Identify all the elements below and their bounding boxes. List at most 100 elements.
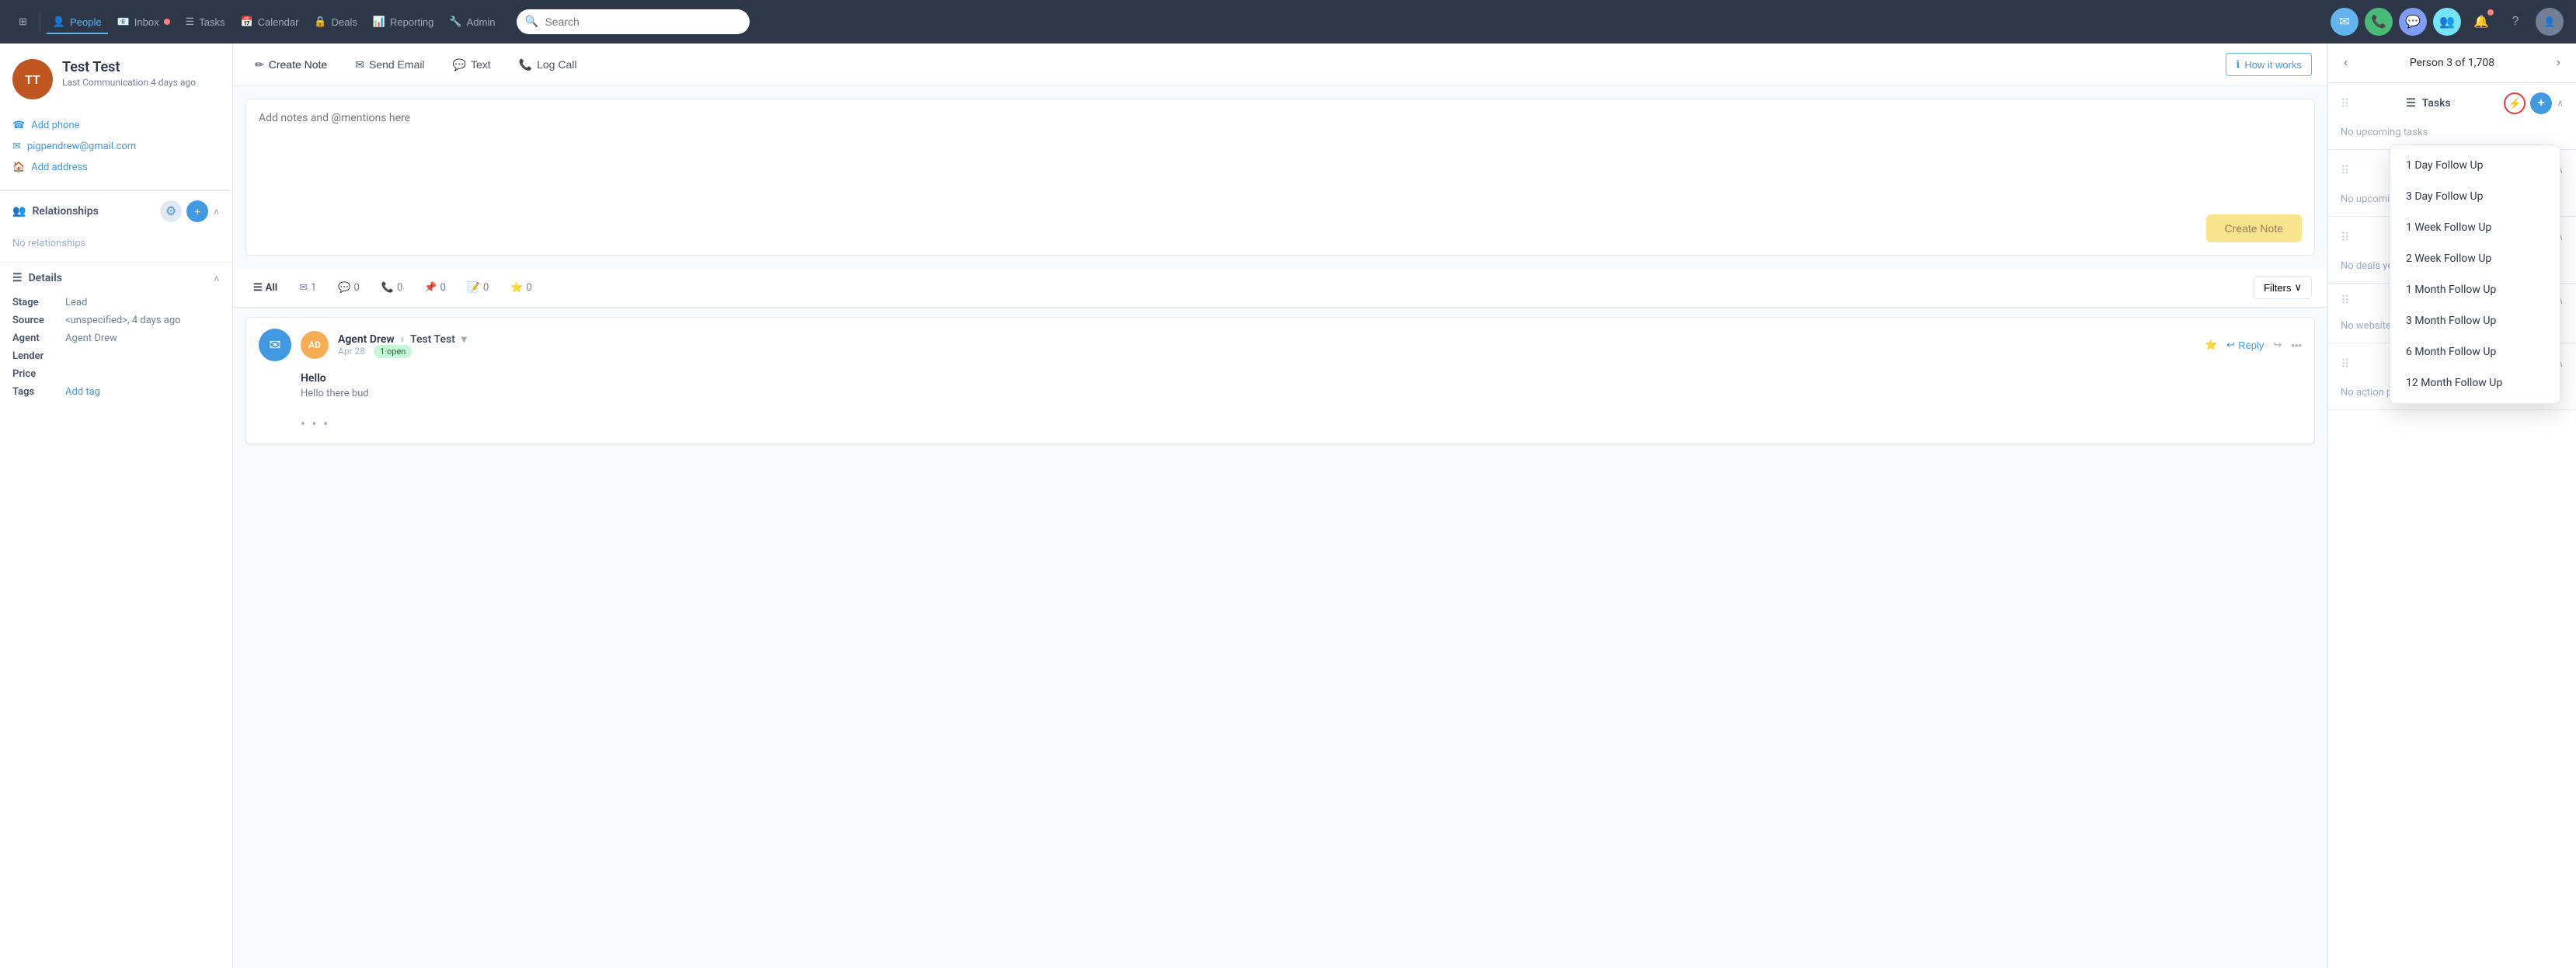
right-panel-navigation: ‹ Person 3 of 1,708 › [2328, 44, 2576, 83]
nav-tasks[interactable]: ☰ Tasks [179, 9, 231, 34]
dropdown-item-2week[interactable]: 2 Week Follow Up [2390, 243, 2560, 274]
deals-icon: 🔒 [314, 16, 326, 28]
email-more-indicator[interactable]: • • • [246, 410, 2314, 444]
details-collapse-btn[interactable]: ∧ [213, 273, 220, 284]
home-icon: ⊞ [19, 16, 27, 28]
deals-drag-handle[interactable]: ⠿ [2341, 230, 2350, 245]
nav-people[interactable]: 👤 People [47, 9, 108, 34]
tasks-add-btn[interactable]: ⚡ [2504, 92, 2526, 114]
text-btn[interactable]: 💬 Text [447, 55, 497, 75]
contacts-nav-btn[interactable]: 👥 [2433, 8, 2461, 36]
send-email-btn[interactable]: ✉ Send Email [349, 55, 430, 75]
activity-tab-comment[interactable]: 💬 0 [333, 279, 364, 297]
detail-agent: Agent Agent Drew [12, 329, 220, 347]
dropdown-item-1month[interactable]: 1 Month Follow Up [2390, 274, 2560, 305]
center-panel: ✏ Create Note ✉ Send Email 💬 Text 📞 Log … [233, 44, 2327, 968]
tasks-collapse-btn[interactable]: ∧ [2557, 98, 2564, 109]
contact-email-field[interactable]: ✉ pigpendrew@gmail.com [12, 136, 220, 157]
dropdown-item-6month[interactable]: 6 Month Follow Up [2390, 336, 2560, 367]
relationships-manage-btn[interactable]: ⚙ [160, 200, 182, 222]
create-note-submit-btn[interactable]: Create Note [2206, 214, 2302, 242]
nav-reporting[interactable]: 📊 Reporting [367, 9, 440, 34]
email-dropdown-icon[interactable]: ▾ [461, 333, 467, 346]
relationships-collapse-btn[interactable]: ∧ [213, 206, 220, 217]
details-icon: ☰ [12, 272, 23, 284]
email-nav-btn[interactable]: ✉ [2331, 8, 2358, 36]
contact-address-field[interactable]: 🏠 Add address [12, 157, 220, 178]
email-reply-btn[interactable]: ↩ Reply [2226, 339, 2264, 351]
note-textarea[interactable] [259, 112, 2302, 205]
email-forward-btn[interactable]: ↪ [2273, 339, 2282, 351]
filters-chevron-icon: ∨ [2294, 281, 2302, 294]
relationships-add-btn[interactable]: + [186, 200, 208, 222]
chat-nav-btn[interactable]: 💬 [2399, 8, 2427, 36]
bell-nav-btn[interactable]: 🔔 [2467, 8, 2495, 36]
nav-deals[interactable]: 🔒 Deals [308, 9, 363, 34]
nav-admin[interactable]: 🔧 Admin [443, 9, 501, 34]
activity-tab-note[interactable]: 📝 0 [463, 279, 494, 297]
detail-tags: Tags Add tag [12, 383, 220, 401]
log-call-label: Log Call [537, 58, 576, 71]
tasks-drag-handle[interactable]: ⠿ [2341, 96, 2350, 111]
user-avatar-btn[interactable]: 👤 [2536, 8, 2564, 36]
note-footer: Create Note [259, 214, 2302, 242]
contact-phone-field[interactable]: ☎ Add phone [12, 115, 220, 136]
address-label: Add address [31, 162, 88, 173]
next-person-btn[interactable]: › [2553, 53, 2564, 73]
dropdown-item-3month[interactable]: 3 Month Follow Up [2390, 305, 2560, 336]
phone-nav-btn[interactable]: 📞 [2365, 8, 2393, 36]
appointments-drag-handle[interactable]: ⠿ [2341, 163, 2350, 178]
email-more-btn[interactable]: ••• [2291, 339, 2302, 351]
phone-icon: ☎ [12, 120, 25, 131]
activity-tab-call[interactable]: 📞 0 [377, 279, 408, 297]
activity-tab-email[interactable]: ✉ 1 [294, 279, 321, 297]
nav-admin-label: Admin [467, 16, 496, 28]
note-area: Create Note [245, 99, 2315, 256]
how-it-works-btn[interactable]: ℹ How it works [2226, 53, 2312, 76]
dropdown-item-1week[interactable]: 1 Week Follow Up [2390, 212, 2560, 243]
log-call-icon: 📞 [519, 58, 532, 71]
nav-right-actions: ✉ 📞 💬 👥 🔔 ? 👤 [2331, 8, 2564, 36]
create-note-icon: ✏ [255, 58, 264, 71]
filters-btn[interactable]: Filters ∨ [2254, 276, 2312, 299]
prev-person-btn[interactable]: ‹ [2341, 53, 2351, 73]
email-type-icon: ✉ [259, 329, 291, 361]
nav-inbox[interactable]: 📧 Inbox [111, 9, 176, 34]
email-date: Apr 28 1 open [338, 346, 2195, 357]
comment-count: 0 [354, 282, 360, 294]
nav-home[interactable]: ⊞ [12, 9, 33, 34]
left-panel: TT Test Test Last Communication 4 days a… [0, 44, 233, 968]
email-item-header: ✉ AD Agent Drew › Test Test ▾ Apr 28 1 o… [246, 318, 2314, 372]
email-tab-icon: ✉ [299, 282, 308, 294]
person-counter: Person 3 of 1,708 [2410, 57, 2494, 69]
nav-calendar[interactable]: 📅 Calendar [234, 9, 305, 34]
email-star-btn[interactable]: ⭐ [2205, 339, 2217, 351]
create-note-btn[interactable]: ✏ Create Note [249, 55, 333, 75]
dropdown-item-3day[interactable]: 3 Day Follow Up [2390, 181, 2560, 212]
activity-drag-handle[interactable]: ⠿ [2341, 293, 2350, 308]
action-plans-drag-handle[interactable]: ⠿ [2341, 357, 2350, 371]
email-sender-line: Agent Drew › Test Test ▾ [338, 333, 2195, 346]
activity-tab-all[interactable]: ☰ All [249, 279, 282, 297]
dropdown-item-1day[interactable]: 1 Day Follow Up [2390, 150, 2560, 181]
activity-tab-star[interactable]: ⭐ 0 [506, 279, 537, 297]
details-section: Stage Lead Source <unspecified>, 4 days … [0, 294, 232, 401]
activity-tab-task[interactable]: 📌 0 [419, 279, 451, 297]
search-input[interactable] [517, 9, 750, 34]
calendar-icon: 📅 [240, 16, 252, 28]
log-call-btn[interactable]: 📞 Log Call [513, 55, 583, 75]
sender-name: Agent Drew [338, 333, 395, 346]
activity-bar: ☰ All ✉ 1 💬 0 📞 0 📌 0 📝 0 [233, 268, 2327, 308]
email-content: Hello there bud [301, 388, 2302, 399]
agent-value: Agent Drew [65, 333, 117, 344]
create-note-label: Create Note [269, 58, 327, 71]
send-email-label: Send Email [369, 58, 425, 71]
tags-add-link[interactable]: Add tag [65, 386, 100, 398]
filters-label: Filters [2264, 282, 2291, 294]
tasks-plus-btn[interactable]: + [2530, 92, 2552, 114]
email-body: Hello Hello there bud [246, 372, 2314, 410]
email-label: pigpendrew@gmail.com [27, 141, 136, 152]
help-nav-btn[interactable]: ? [2501, 8, 2529, 36]
dropdown-item-12month[interactable]: 12 Month Follow Up [2390, 367, 2560, 399]
send-email-icon: ✉ [355, 58, 364, 71]
